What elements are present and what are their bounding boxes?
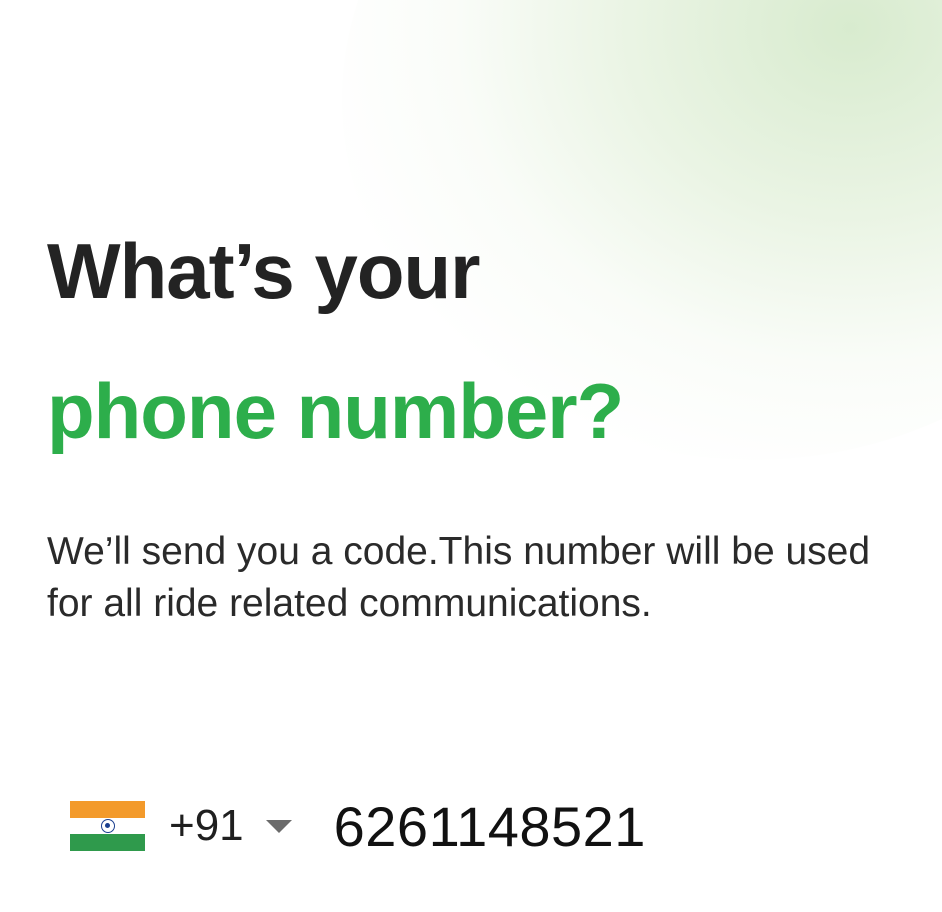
phone-number-input[interactable]	[333, 793, 894, 859]
flag-white-band	[70, 817, 145, 835]
subtitle: We’ll send you a code.This number will b…	[47, 526, 942, 630]
subtitle-line-2: for all ride related communications.	[47, 582, 652, 625]
phone-entry-screen: What’s your phone number? We’ll send you…	[0, 0, 942, 912]
ashoka-chakra-icon	[100, 818, 115, 833]
page-title-line-1: What’s your	[47, 227, 480, 315]
page-title-line-2: phone number?	[47, 367, 624, 455]
india-flag-icon	[70, 801, 145, 851]
flag-saffron-band	[70, 801, 145, 818]
dial-code: +91	[169, 801, 244, 850]
caret-down-icon[interactable]	[265, 819, 292, 833]
phone-entry-row: +91	[70, 790, 894, 862]
flag-green-band	[70, 834, 145, 851]
subtitle-line-1: We’ll send you a code.This number will b…	[47, 530, 871, 573]
country-code-picker[interactable]: +91	[70, 801, 292, 851]
